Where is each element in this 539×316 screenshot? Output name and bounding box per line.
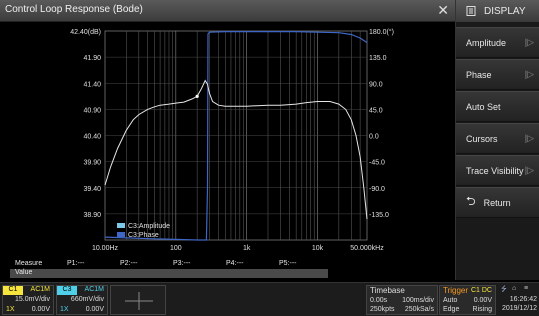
c3-offset: 0.00V — [85, 306, 104, 313]
trigger-type: Edge — [443, 306, 460, 313]
trigger-slope: Rising — [472, 306, 492, 313]
measure-p1: P1:--- — [67, 260, 85, 267]
amplitude-tick-label: 38.90 — [83, 212, 101, 219]
timebase-scale: 100ms/div — [402, 297, 434, 304]
menu-cursors-label: Cursors — [466, 133, 498, 144]
menu-amplitude-label: Amplitude — [466, 37, 507, 48]
network-icon[interactable]: ⌂ — [512, 285, 516, 292]
c3-probe: 1X — [60, 306, 69, 313]
trigger-source: C1 DC — [470, 287, 492, 294]
status-area: ⭍ ⌂ ≡ 16:26:42 2019/12/12 — [498, 285, 538, 315]
channel-c1-label: C1 — [3, 286, 23, 295]
channel-c3-box[interactable]: C3 AC1M 660mV/div 1X 0.00V — [56, 285, 108, 315]
trigger-mode: Auto — [443, 297, 458, 304]
menu-phase[interactable]: Phase |▷ — [456, 59, 539, 90]
menu-phase-label: Phase — [466, 69, 492, 80]
bode-plot: 42.40(dB) 41.90 41.40 40.90 40.40 39.90 39.40 3… — [0, 22, 455, 258]
status-time: 16:26:42 — [509, 296, 537, 303]
measure-value-row: Value — [10, 269, 328, 278]
display-menu-header[interactable]: DISPLAY — [456, 0, 539, 22]
menu-icon[interactable]: ≡ — [524, 285, 528, 292]
submenu-chevron-icon: |▷ — [524, 37, 534, 47]
side-menu: DISPLAY Amplitude |▷ Phase |▷ Auto Set C… — [455, 0, 539, 280]
plot-background — [0, 22, 455, 258]
measure-p5: P5:--- — [279, 260, 297, 267]
trace-marker — [195, 94, 199, 98]
legend-swatch-amplitude — [117, 223, 125, 228]
c1-probe: 1X — [6, 306, 15, 313]
frequency-tick-label: 10.00Hz — [92, 245, 119, 252]
c3-vdiv: 660mV/div — [70, 296, 104, 303]
frequency-tick-label: 10k — [312, 245, 324, 252]
timebase-points: 250kpts — [370, 306, 395, 313]
window-title: Control Loop Response (Bode) — [5, 4, 143, 15]
timebase-delay: 0.00s — [370, 297, 388, 304]
amplitude-tick-label: 41.90 — [83, 55, 101, 62]
add-channel-button[interactable] — [110, 285, 166, 315]
bottom-status-bar: C1 AC1M 15.0mV/div 1X 0.00V C3 AC1M 660m… — [0, 282, 539, 316]
phase-tick-label: 45.0 — [369, 107, 383, 114]
measure-p2: P2:--- — [120, 260, 138, 267]
phase-tick-label: -135.0 — [369, 212, 389, 219]
return-icon: ⮌ — [466, 194, 476, 208]
submenu-chevron-icon: |▷ — [524, 133, 534, 143]
status-date: 2019/12/12 — [501, 305, 537, 312]
amplitude-tick-label: 40.90 — [83, 107, 101, 114]
phase-tick-label: 180.0(°) — [369, 28, 394, 36]
frequency-tick-label: 1k — [243, 245, 251, 252]
menu-amplitude[interactable]: Amplitude |▷ — [456, 27, 539, 58]
measure-row: Measure P1:--- P2:--- P3:--- P4:--- P5:-… — [15, 260, 332, 267]
c1-vdiv: 15.0mV/div — [14, 296, 50, 303]
phase-tick-label: -45.0 — [369, 160, 385, 167]
frequency-tick-label: 100 — [170, 245, 182, 252]
submenu-chevron-icon: |▷ — [524, 165, 534, 175]
usb-icon[interactable]: ⭍ — [501, 285, 507, 296]
display-menu-icon — [466, 6, 476, 16]
trigger-box[interactable]: Trigger C1 DC Auto 0.00V Edge Rising — [439, 285, 496, 315]
legend-phase: C3:Phase — [128, 232, 159, 239]
phase-tick-label: -90.0 — [369, 186, 385, 193]
trigger-label: Trigger — [443, 286, 469, 295]
measure-p4: P4:--- — [226, 260, 244, 267]
measure-p3: P3:--- — [173, 260, 191, 267]
amplitude-tick-label: 39.40 — [83, 186, 101, 193]
submenu-chevron-icon: |▷ — [524, 69, 534, 79]
timebase-box[interactable]: Timebase 0.00s 100ms/div 250kpts 250kSa/… — [366, 285, 438, 315]
measure-value-label: Value — [15, 269, 33, 276]
c3-coupling: AC1M — [84, 286, 104, 293]
c1-offset: 0.00V — [31, 306, 50, 313]
amplitude-tick-label: 41.40 — [83, 81, 101, 88]
amplitude-tick-label: 40.40 — [83, 134, 101, 141]
timebase-label: Timebase — [370, 286, 405, 295]
phase-tick-label: 0.0 — [369, 134, 379, 141]
timebase-rate: 250kSa/s — [404, 306, 434, 313]
menu-cursors[interactable]: Cursors |▷ — [456, 123, 539, 154]
channel-c1-box[interactable]: C1 AC1M 15.0mV/div 1X 0.00V — [2, 285, 54, 315]
close-icon[interactable]: ✕ — [437, 2, 449, 19]
menu-return-label: Return — [483, 197, 511, 208]
add-channel-icon — [125, 292, 153, 310]
frequency-tick-label: 50.000kHz — [350, 245, 384, 252]
display-menu-label: DISPLAY — [484, 5, 526, 17]
menu-auto-set[interactable]: Auto Set — [456, 91, 539, 122]
legend-swatch-phase — [117, 232, 125, 237]
menu-trace-visibility-label: Trace Visibility — [466, 165, 524, 176]
menu-trace-visibility[interactable]: Trace Visibility |▷ — [456, 155, 539, 186]
measure-panel: Measure P1:--- P2:--- P3:--- P4:--- P5:-… — [0, 258, 455, 280]
legend-amplitude: C3:Amplitude — [128, 223, 170, 230]
measure-label[interactable]: Measure — [15, 260, 67, 267]
amplitude-tick-label: 39.90 — [83, 160, 101, 167]
window-title-bar: Control Loop Response (Bode) ✕ — [0, 0, 455, 22]
menu-auto-set-label: Auto Set — [466, 101, 501, 112]
phase-tick-label: 135.0 — [369, 55, 387, 62]
trigger-level: 0.00V — [473, 297, 492, 304]
channel-c3-label: C3 — [57, 286, 77, 295]
c1-coupling: AC1M — [30, 286, 50, 293]
amplitude-tick-label: 42.40(dB) — [70, 29, 101, 36]
menu-return[interactable]: ⮌ Return — [456, 187, 539, 218]
phase-tick-label: 90.0 — [369, 81, 383, 88]
